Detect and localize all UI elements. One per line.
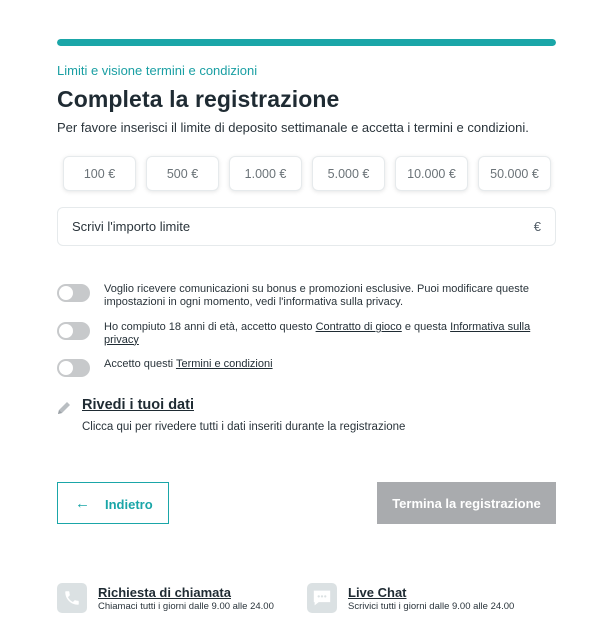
age-contract-consent-text: Ho compiuto 18 anni di età, accetto ques… bbox=[104, 321, 554, 346]
toggle-knob bbox=[59, 286, 73, 300]
live-chat-hours: Scrivici tutti i giorni dalle 9.00 alle … bbox=[348, 601, 515, 612]
amount-option-500[interactable]: 500 € bbox=[146, 156, 219, 191]
chat-icon bbox=[307, 583, 337, 613]
amount-option-50000[interactable]: 50.000 € bbox=[478, 156, 551, 191]
callback-hours: Chiamaci tutti i giorni dalle 9.00 alle … bbox=[98, 601, 274, 612]
step-label: Limiti e visione termini e condizioni bbox=[57, 63, 258, 78]
deposit-limit-field: € bbox=[57, 207, 556, 246]
currency-symbol: € bbox=[533, 219, 541, 234]
marketing-consent-text: Voglio ricevere comunicazioni su bonus e… bbox=[104, 283, 529, 308]
progress-fill bbox=[57, 39, 556, 46]
deposit-amount-options: 100 € 500 € 1.000 € 5.000 € 10.000 € 50.… bbox=[63, 156, 551, 191]
game-contract-link[interactable]: Contratto di gioco bbox=[316, 321, 402, 333]
back-button-label: Indietro bbox=[105, 497, 153, 512]
toggle-knob bbox=[59, 324, 73, 338]
amount-option-1000[interactable]: 1.000 € bbox=[229, 156, 302, 191]
review-data-description: Clicca qui per rivedere tutti i dati ins… bbox=[82, 421, 406, 433]
page-subtitle: Per favore inserisci il limite di deposi… bbox=[57, 120, 529, 135]
callback-request-link[interactable]: Richiesta di chiamata bbox=[98, 585, 231, 600]
toggle-knob bbox=[59, 361, 73, 375]
arrow-left-icon: ← bbox=[75, 495, 90, 512]
pencil-icon bbox=[58, 402, 70, 414]
terms-consent-text: Accetto questi Termini e condizioni bbox=[104, 358, 554, 371]
page-title: Completa la registrazione bbox=[57, 86, 340, 112]
terms-and-conditions-link[interactable]: Termini e condizioni bbox=[176, 358, 273, 370]
back-button[interactable]: ← Indietro bbox=[57, 482, 169, 524]
live-chat-link[interactable]: Live Chat bbox=[348, 585, 407, 600]
marketing-consent-toggle[interactable] bbox=[57, 284, 90, 302]
amount-option-100[interactable]: 100 € bbox=[63, 156, 136, 191]
amount-option-10000[interactable]: 10.000 € bbox=[395, 156, 468, 191]
registration-progress-bar bbox=[57, 39, 556, 46]
consent-text-start: Accetto questi bbox=[104, 358, 176, 370]
consent-text-middle: e questa bbox=[401, 321, 451, 333]
terms-consent-toggle[interactable] bbox=[57, 359, 90, 377]
finish-registration-button[interactable]: Termina la registrazione bbox=[377, 482, 556, 524]
phone-icon bbox=[57, 583, 87, 613]
review-data-link[interactable]: Rivedi i tuoi dati bbox=[82, 397, 194, 413]
deposit-limit-input[interactable] bbox=[72, 219, 534, 234]
amount-option-5000[interactable]: 5.000 € bbox=[312, 156, 385, 191]
consent-text-start: Ho compiuto 18 anni di età, accetto ques… bbox=[104, 321, 316, 333]
age-contract-consent-toggle[interactable] bbox=[57, 322, 90, 340]
